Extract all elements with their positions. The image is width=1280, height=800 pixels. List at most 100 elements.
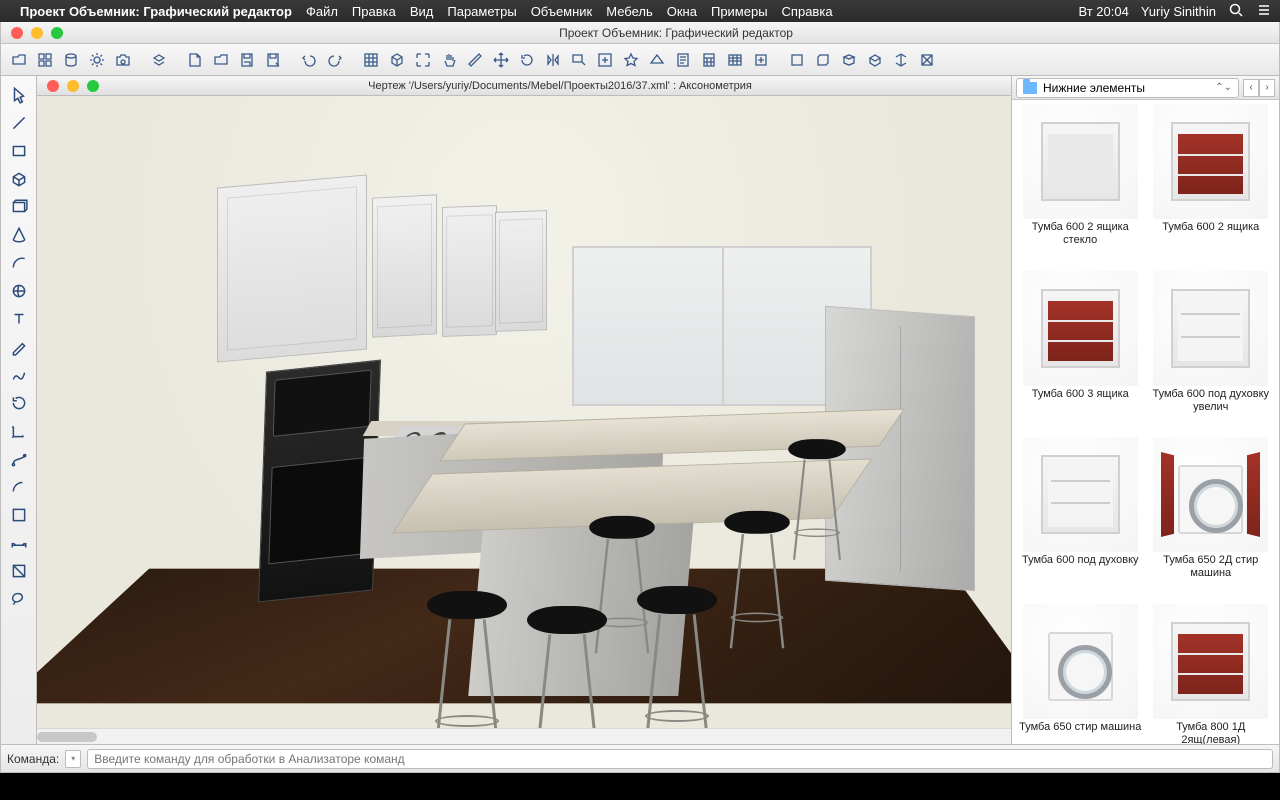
- tool-new[interactable]: [183, 48, 207, 72]
- tool-expand[interactable]: [411, 48, 435, 72]
- tool-measure[interactable]: [463, 48, 487, 72]
- menu-windows[interactable]: Окна: [667, 4, 697, 19]
- ltool-pen[interactable]: [8, 336, 30, 358]
- ltool-sphere[interactable]: [8, 280, 30, 302]
- canvas-scrollbar-horizontal[interactable]: [37, 728, 1011, 744]
- ltool-face[interactable]: [8, 196, 30, 218]
- ltool-pointer[interactable]: [8, 84, 30, 106]
- command-bar: Команда: ▾: [1, 744, 1279, 772]
- tool-zoom-win[interactable]: [567, 48, 591, 72]
- window-zoom-icon[interactable]: [51, 27, 63, 39]
- tool-top[interactable]: [837, 48, 861, 72]
- tool-grid[interactable]: [359, 48, 383, 72]
- tool-add[interactable]: [749, 48, 773, 72]
- tool-box[interactable]: [385, 48, 409, 72]
- menu-file[interactable]: Файл: [306, 4, 338, 19]
- tool-wire[interactable]: [915, 48, 939, 72]
- tool-table[interactable]: [723, 48, 747, 72]
- tool-render[interactable]: [619, 48, 643, 72]
- tool-side[interactable]: [811, 48, 835, 72]
- doc-close-icon[interactable]: [47, 80, 59, 92]
- tool-save[interactable]: [235, 48, 259, 72]
- window-minimize-icon[interactable]: [31, 27, 43, 39]
- macos-menubar: Проект Объемник: Графический редактор Фа…: [0, 0, 1280, 22]
- catalog-item[interactable]: Тумба 600 под духовку увелич: [1147, 271, 1276, 436]
- tool-materials[interactable]: [645, 48, 669, 72]
- menu-obemnik[interactable]: Объемник: [531, 4, 593, 19]
- menu-params[interactable]: Параметры: [447, 4, 516, 19]
- command-history-button[interactable]: ▾: [65, 750, 81, 768]
- ltool-rect[interactable]: [8, 140, 30, 162]
- catalog-panel: Нижние элементы ⌃⌄ ‹ › Тумба 600 2 ящика…: [1011, 76, 1279, 772]
- tool-zoom-fit[interactable]: [593, 48, 617, 72]
- tool-undo[interactable]: [297, 48, 321, 72]
- catalog-item[interactable]: Тумба 600 3 ящика: [1016, 271, 1145, 436]
- doc-minimize-icon[interactable]: [67, 80, 79, 92]
- tool-calc[interactable]: [697, 48, 721, 72]
- catalog-category-select[interactable]: Нижние элементы ⌃⌄: [1016, 78, 1239, 98]
- document-titlebar[interactable]: Чертеж '/Users/yuriy/Documents/Mebel/Про…: [37, 76, 1011, 96]
- menu-mebel[interactable]: Мебель: [606, 4, 653, 19]
- catalog-item[interactable]: Тумба 600 2 ящика стекло: [1016, 104, 1145, 269]
- ltool-text[interactable]: [8, 308, 30, 330]
- ltool-line[interactable]: [8, 112, 30, 134]
- catalog-prev-button[interactable]: ‹: [1243, 79, 1259, 97]
- ltool-cone[interactable]: [8, 224, 30, 246]
- menu-examples[interactable]: Примеры: [711, 4, 768, 19]
- folder-icon: [1023, 82, 1037, 94]
- tool-gear[interactable]: [85, 48, 109, 72]
- ltool-curve[interactable]: [8, 364, 30, 386]
- ltool-box3d[interactable]: [8, 168, 30, 190]
- catalog-item[interactable]: Тумба 650 2Д стир машина: [1147, 437, 1276, 602]
- ltool-section[interactable]: [8, 560, 30, 582]
- tool-move[interactable]: [489, 48, 513, 72]
- catalog-item[interactable]: Тумба 600 под духовку: [1016, 437, 1145, 602]
- tool-open[interactable]: [7, 48, 31, 72]
- catalog-next-button[interactable]: ›: [1259, 79, 1275, 97]
- menu-help[interactable]: Справка: [782, 4, 833, 19]
- chevron-down-icon: ⌃⌄: [1215, 82, 1232, 93]
- catalog-item[interactable]: Тумба 600 2 ящика: [1147, 104, 1276, 269]
- tool-camera[interactable]: [111, 48, 135, 72]
- tool-layer-new[interactable]: [147, 48, 171, 72]
- window-titlebar[interactable]: Проект Объемник: Графический редактор: [1, 22, 1279, 44]
- viewport-3d[interactable]: [37, 96, 1011, 772]
- app-name[interactable]: Проект Объемник: Графический редактор: [20, 4, 292, 19]
- tool-rotate[interactable]: [515, 48, 539, 72]
- tool-axo[interactable]: [889, 48, 913, 72]
- tool-save-as[interactable]: [261, 48, 285, 72]
- ltool-path[interactable]: [8, 448, 30, 470]
- notification-center-icon[interactable]: [1256, 2, 1272, 21]
- menu-edit[interactable]: Правка: [352, 4, 396, 19]
- command-input[interactable]: [87, 749, 1273, 769]
- catalog-item-label: Тумба 650 стир машина: [1016, 721, 1145, 734]
- tool-open2[interactable]: [209, 48, 233, 72]
- ltool-rotate[interactable]: [8, 392, 30, 414]
- window-close-icon[interactable]: [11, 27, 23, 39]
- tool-iso[interactable]: [863, 48, 887, 72]
- ltool-edge[interactable]: [8, 476, 30, 498]
- window-title: Проект Объемник: Графический редактор: [73, 26, 1279, 40]
- ltool-crop[interactable]: [8, 504, 30, 526]
- catalog-item-label: Тумба 600 2 ящика стекло: [1016, 221, 1145, 247]
- tool-redo[interactable]: [323, 48, 347, 72]
- catalog-item-label: Тумба 650 2Д стир машина: [1147, 554, 1276, 580]
- menu-view[interactable]: Вид: [410, 4, 434, 19]
- tool-db[interactable]: [59, 48, 83, 72]
- catalog-item-label: Тумба 600 под духовку: [1016, 554, 1145, 567]
- tool-mirror[interactable]: [541, 48, 565, 72]
- ltool-lasso[interactable]: [8, 588, 30, 610]
- doc-zoom-icon[interactable]: [87, 80, 99, 92]
- ltool-coord[interactable]: [8, 420, 30, 442]
- tool-apps[interactable]: [33, 48, 57, 72]
- spotlight-icon[interactable]: [1228, 2, 1244, 21]
- left-toolbar: [1, 76, 37, 772]
- ltool-arc[interactable]: [8, 252, 30, 274]
- tool-hand[interactable]: [437, 48, 461, 72]
- command-label: Команда:: [7, 752, 59, 766]
- ltool-dim[interactable]: [8, 532, 30, 554]
- catalog-item-label: Тумба 600 2 ящика: [1147, 221, 1276, 234]
- tool-front[interactable]: [785, 48, 809, 72]
- catalog-item-label: Тумба 800 1Д 2ящ(левая): [1147, 721, 1276, 747]
- tool-report[interactable]: [671, 48, 695, 72]
